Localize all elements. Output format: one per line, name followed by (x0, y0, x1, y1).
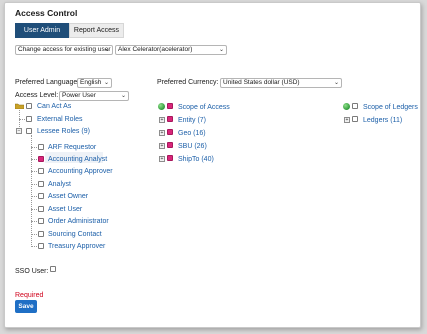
scope-of-ledgers-checkbox[interactable] (352, 103, 358, 109)
tree-node-lessee-roles[interactable]: Lessee Roles (9) (37, 128, 90, 135)
role-checkbox-analyst[interactable] (38, 181, 44, 187)
chevron-down-icon: ⌄ (120, 93, 126, 99)
role-checkbox-accounting-approver[interactable] (38, 168, 44, 174)
external-roles-checkbox[interactable] (26, 116, 32, 122)
role-label[interactable]: Asset Owner (48, 193, 88, 200)
expand-icon[interactable]: + (159, 143, 165, 149)
tree-line (31, 196, 37, 197)
sso-label: SSO User: (15, 268, 49, 275)
globe-icon (158, 103, 165, 110)
chevron-down-icon: ⌄ (104, 47, 110, 53)
tab-user-admin[interactable]: User Admin (15, 23, 69, 38)
role-label[interactable]: Accounting Approver (48, 168, 113, 175)
tree-line (31, 159, 37, 160)
required-text: Required (15, 292, 44, 299)
tree-line (31, 209, 37, 210)
tree-node-can-act-as[interactable]: Can Act As (37, 103, 71, 110)
role-checkbox-arf-requestor[interactable] (38, 144, 44, 150)
tree-line (31, 171, 37, 172)
tree-node-external-roles[interactable]: External Roles (37, 116, 83, 123)
chevron-down-icon: ⌄ (333, 80, 339, 86)
role-label[interactable]: ARF Requestor (48, 144, 96, 151)
scope-checkbox-geo[interactable] (167, 129, 173, 135)
currency-select-value: United States dollar (USD) (223, 79, 300, 86)
role-checkbox-sourcing-contact[interactable] (38, 231, 44, 237)
globe-icon (343, 103, 350, 110)
tree-line (31, 234, 37, 235)
sso-checkbox[interactable] (50, 266, 56, 272)
access-control-panel: Access Control User Admin Report Access … (4, 2, 421, 328)
access-level-label: Access Level: (15, 92, 59, 99)
role-label[interactable]: Analyst (48, 181, 71, 188)
language-select-value: English (80, 79, 102, 86)
expand-icon[interactable]: + (159, 156, 165, 162)
mode-select[interactable]: Change access for existing user ⌄ (15, 45, 113, 55)
tree-line (31, 135, 32, 247)
can-act-as-checkbox[interactable] (26, 103, 32, 109)
access-level-select-value: Power User (62, 92, 96, 99)
tree-line (31, 147, 37, 148)
tree-node-scope-of-ledgers[interactable]: Scope of Ledgers (363, 104, 418, 111)
chevron-down-icon: ⌄ (218, 47, 224, 53)
role-label[interactable]: Treasury Approver (48, 243, 105, 250)
ledgers-checkbox[interactable] (352, 116, 358, 122)
access-level-select[interactable]: Power User ⌄ (59, 91, 129, 101)
role-checkbox-accounting-analyst[interactable] (38, 156, 44, 162)
user-select-value: Alex Celerator(acelerator) (118, 46, 193, 53)
tree-node-shipto[interactable]: ShipTo (40) (178, 156, 214, 163)
role-checkbox-asset-user[interactable] (38, 206, 44, 212)
tree-node-geo[interactable]: Geo (16) (178, 130, 206, 137)
user-select[interactable]: Alex Celerator(acelerator) ⌄ (115, 45, 227, 55)
role-checkbox-treasury-approver[interactable] (38, 243, 44, 249)
role-label[interactable]: Order Administrator (48, 218, 109, 225)
language-label: Preferred Language: (15, 79, 80, 86)
role-checkbox-asset-owner[interactable] (38, 193, 44, 199)
expand-icon[interactable]: + (159, 117, 165, 123)
role-checkbox-order-administrator[interactable] (38, 218, 44, 224)
mode-select-value: Change access for existing user (18, 46, 111, 53)
folder-icon (15, 103, 24, 109)
scope-of-access-checkbox[interactable] (167, 103, 173, 109)
expand-icon[interactable]: + (344, 117, 350, 123)
tree-node-entity[interactable]: Entity (7) (178, 117, 206, 124)
scope-checkbox-sbu[interactable] (167, 142, 173, 148)
scope-checkbox-entity[interactable] (167, 116, 173, 122)
role-label[interactable]: Sourcing Contact (48, 231, 102, 238)
tree-node-scope-of-access[interactable]: Scope of Access (178, 104, 230, 111)
chevron-down-icon: ⌄ (103, 80, 109, 86)
tree-node-sbu[interactable]: SBU (26) (178, 143, 207, 150)
tree-line (19, 119, 25, 120)
tree-line (31, 221, 37, 222)
expand-icon[interactable]: − (16, 128, 22, 134)
page-title: Access Control (15, 8, 78, 18)
currency-label: Preferred Currency: (157, 79, 219, 86)
tree-line (31, 246, 37, 247)
language-select[interactable]: English ⌄ (77, 78, 112, 88)
save-button[interactable]: Save (15, 300, 37, 313)
role-label[interactable]: Accounting Analyst (48, 156, 107, 163)
expand-icon[interactable]: + (159, 130, 165, 136)
tree-line (31, 184, 37, 185)
currency-select[interactable]: United States dollar (USD) ⌄ (220, 78, 342, 88)
tab-report-access[interactable]: Report Access (69, 23, 124, 38)
lessee-roles-checkbox[interactable] (26, 128, 32, 134)
tree-node-ledgers[interactable]: Ledgers (11) (363, 117, 402, 124)
scope-checkbox-shipto[interactable] (167, 155, 173, 161)
role-label[interactable]: Asset User (48, 206, 82, 213)
